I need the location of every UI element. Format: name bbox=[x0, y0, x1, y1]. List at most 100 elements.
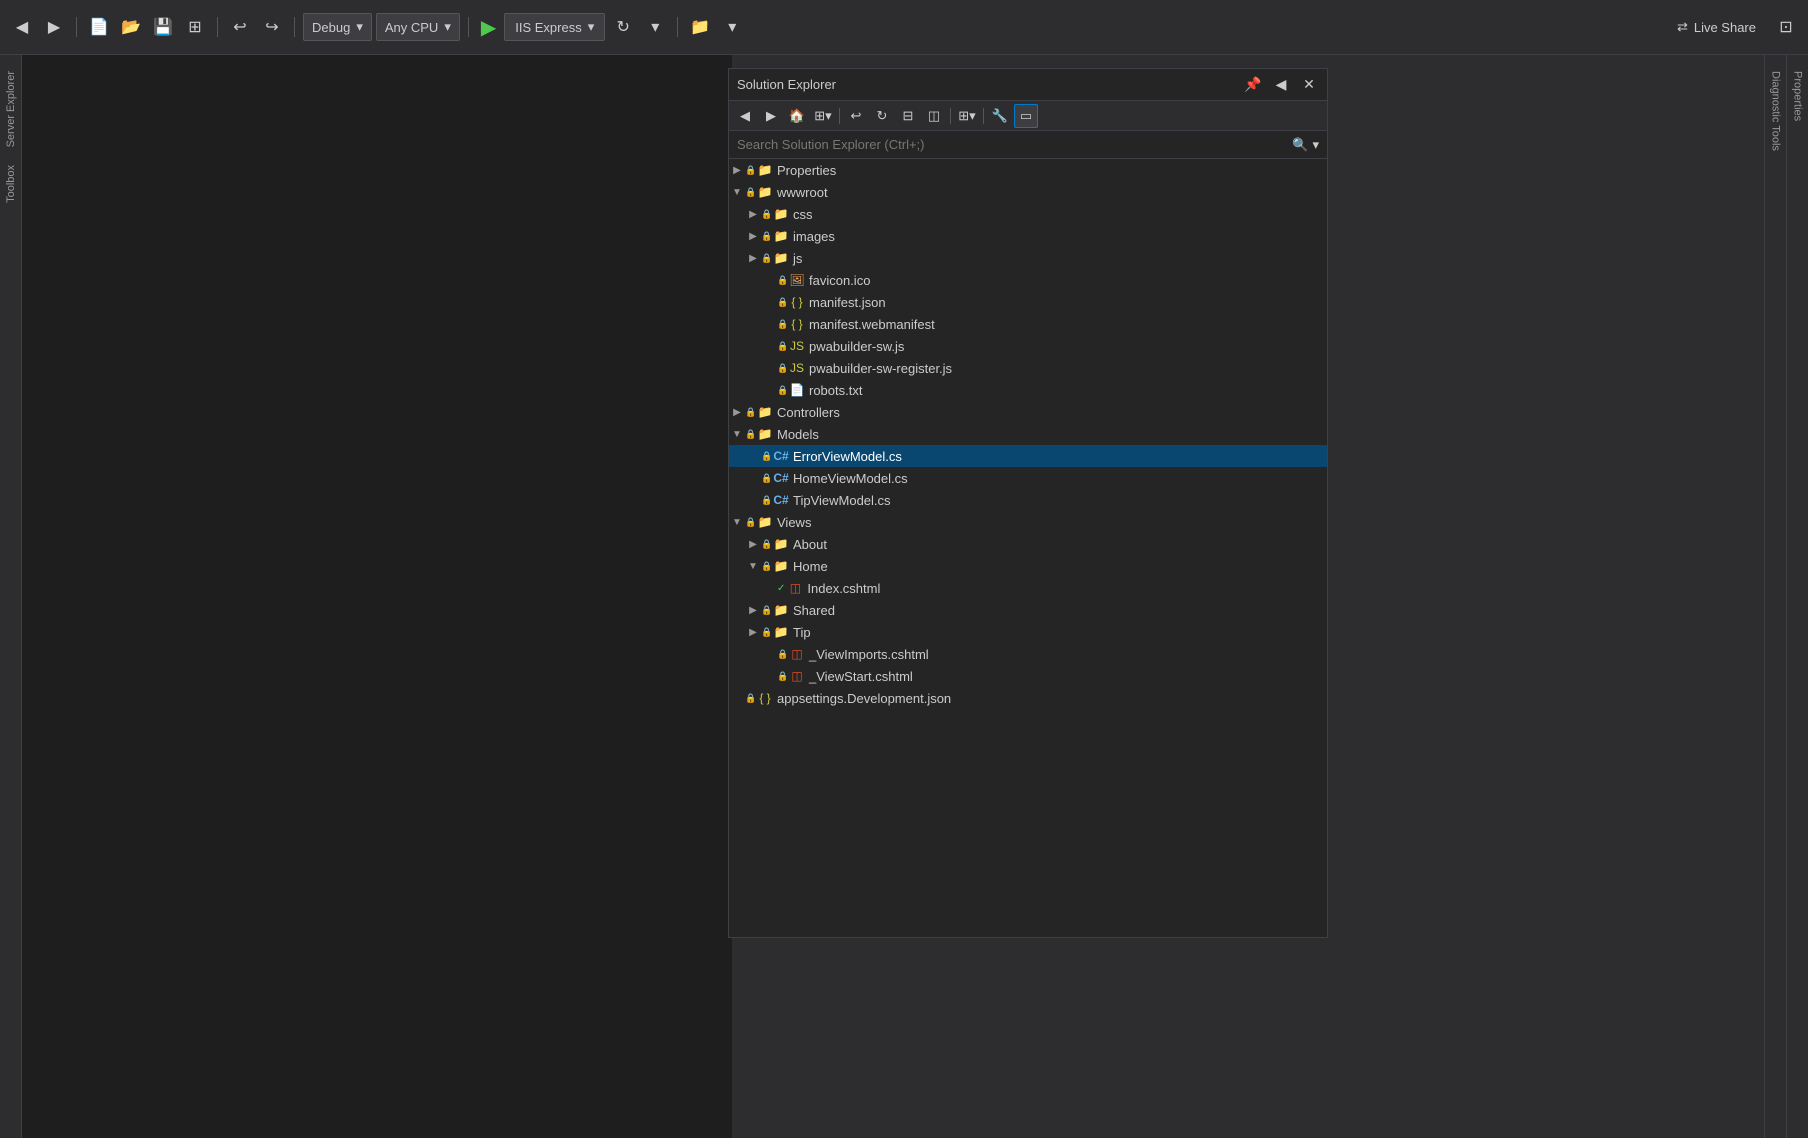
solution-explorer-search: 🔍 ▾ bbox=[729, 131, 1327, 159]
expand-btn[interactable]: ▶ bbox=[745, 228, 761, 244]
tree-item-appsettings-dev[interactable]: 🔒{ }appsettings.Development.json bbox=[729, 687, 1327, 709]
lock-icon: 🔒 bbox=[777, 341, 787, 351]
tree-item-tip[interactable]: ▶🔒📁Tip bbox=[729, 621, 1327, 643]
tree-item-js[interactable]: ▶🔒📁js bbox=[729, 247, 1327, 269]
solution-explorer-title: Solution Explorer bbox=[737, 77, 1235, 92]
sidebar-item-server-explorer[interactable]: Server Explorer bbox=[2, 63, 20, 155]
expand-spacer bbox=[761, 294, 777, 310]
search-input[interactable] bbox=[737, 137, 1288, 152]
se-preview-btn[interactable]: ▭ bbox=[1014, 104, 1038, 128]
tree-item-manifest-web[interactable]: 🔒{ }manifest.webmanifest bbox=[729, 313, 1327, 335]
tree-item-errorviewmodel[interactable]: 🔒C#ErrorViewModel.cs bbox=[729, 445, 1327, 467]
tree-item-viewstart[interactable]: 🔒◫_ViewStart.cshtml bbox=[729, 665, 1327, 687]
cpu-dropdown[interactable]: Any CPU ▾ bbox=[376, 13, 460, 41]
tree-item-viewimports[interactable]: 🔒◫_ViewImports.cshtml bbox=[729, 643, 1327, 665]
se-refresh-btn[interactable]: ↻ bbox=[870, 104, 894, 128]
collapse-btn[interactable]: ▼ bbox=[729, 514, 745, 530]
se-auto-hide-btn[interactable]: ◀ bbox=[1271, 75, 1291, 95]
tree-item-pwabuilder-reg[interactable]: 🔒JSpwabuilder-sw-register.js bbox=[729, 357, 1327, 379]
refresh-dropdown-btn[interactable]: ▾ bbox=[641, 13, 669, 41]
se-hierarchy-btn[interactable]: ⊞▾ bbox=[955, 104, 979, 128]
expand-btn[interactable]: ▶ bbox=[745, 602, 761, 618]
expand-btn[interactable]: ▶ bbox=[729, 162, 745, 178]
expand-spacer bbox=[761, 316, 777, 332]
feedback-btn[interactable]: ⊡ bbox=[1772, 13, 1800, 41]
se-show-all-btn[interactable]: ⊞▾ bbox=[811, 104, 835, 128]
expand-btn[interactable]: ▶ bbox=[729, 404, 745, 420]
ext-btn[interactable]: ▾ bbox=[718, 13, 746, 41]
se-collapse-btn[interactable]: ⊟ bbox=[896, 104, 920, 128]
tree-item-models[interactable]: ▼🔒📁Models bbox=[729, 423, 1327, 445]
lock-icon: 🔒 bbox=[777, 319, 787, 329]
se-back-btn[interactable]: ◀ bbox=[733, 104, 757, 128]
expand-btn[interactable]: ▶ bbox=[745, 206, 761, 222]
tree-item-label: appsettings.Development.json bbox=[777, 691, 951, 706]
tree-item-pwabuilder-sw[interactable]: 🔒JSpwabuilder-sw.js bbox=[729, 335, 1327, 357]
tree-item-favicon[interactable]: 🔒🖼favicon.ico bbox=[729, 269, 1327, 291]
se-pin-btn[interactable]: 📌 bbox=[1243, 75, 1263, 95]
expand-spacer bbox=[729, 690, 745, 706]
sidebar-item-diagnostic-tools[interactable]: Diagnostic Tools bbox=[1767, 63, 1785, 159]
search-options-btn[interactable]: ▾ bbox=[1312, 137, 1319, 153]
sep5 bbox=[677, 17, 678, 37]
editor-area bbox=[22, 55, 732, 1138]
tree-item-home[interactable]: ▼🔒📁Home bbox=[729, 555, 1327, 577]
collapse-btn[interactable]: ▼ bbox=[745, 558, 761, 574]
undo-btn[interactable]: ↩ bbox=[226, 13, 254, 41]
se-sync-btn[interactable]: ↩ bbox=[844, 104, 868, 128]
tree-item-homeviewmodel[interactable]: 🔒C#HomeViewModel.cs bbox=[729, 467, 1327, 489]
solution-explorer-toolbar: ◀ ▶ 🏠 ⊞▾ ↩ ↻ ⊟ ◫ ⊞▾ 🔧 ▭ bbox=[729, 101, 1327, 131]
se-sep3 bbox=[983, 108, 984, 124]
refresh-btn[interactable]: ↻ bbox=[609, 13, 637, 41]
debug-config-dropdown[interactable]: Debug ▾ bbox=[303, 13, 372, 41]
save-all-btn[interactable]: ⊞ bbox=[181, 13, 209, 41]
collapse-btn[interactable]: ▼ bbox=[729, 426, 745, 442]
debug-config-label: Debug bbox=[312, 20, 350, 35]
tree-item-tipviewmodel[interactable]: 🔒C#TipViewModel.cs bbox=[729, 489, 1327, 511]
tree-item-index-cshtml[interactable]: ✓◫Index.cshtml bbox=[729, 577, 1327, 599]
expand-btn[interactable]: ▶ bbox=[745, 536, 761, 552]
tree-item-robots[interactable]: 🔒📄robots.txt bbox=[729, 379, 1327, 401]
iis-express-btn[interactable]: IIS Express ▾ bbox=[504, 13, 605, 41]
nav-forward-btn[interactable]: ▶ bbox=[40, 13, 68, 41]
tree-item-wwwroot[interactable]: ▼🔒📁wwwroot bbox=[729, 181, 1327, 203]
se-properties-btn[interactable]: 🔧 bbox=[988, 104, 1012, 128]
expand-btn[interactable]: ▶ bbox=[745, 624, 761, 640]
collapse-btn[interactable]: ▼ bbox=[729, 184, 745, 200]
open-file-btn[interactable]: 📂 bbox=[117, 13, 145, 41]
tree-item-properties[interactable]: ▶🔒📁Properties bbox=[729, 159, 1327, 181]
se-forward-btn[interactable]: ▶ bbox=[759, 104, 783, 128]
search-icon[interactable]: 🔍 bbox=[1292, 137, 1308, 153]
manage-btn[interactable]: 📁 bbox=[686, 13, 714, 41]
se-view-btn[interactable]: ◫ bbox=[922, 104, 946, 128]
redo-btn[interactable]: ↪ bbox=[258, 13, 286, 41]
folder-icon: 📁 bbox=[757, 184, 773, 200]
tree-item-controllers[interactable]: ▶🔒📁Controllers bbox=[729, 401, 1327, 423]
live-share-btn[interactable]: ⇄ Live Share bbox=[1669, 11, 1764, 43]
se-close-btn[interactable]: ✕ bbox=[1299, 75, 1319, 95]
expand-btn[interactable]: ▶ bbox=[745, 250, 761, 266]
tree-item-label: About bbox=[793, 537, 827, 552]
tree-item-css[interactable]: ▶🔒📁css bbox=[729, 203, 1327, 225]
save-btn[interactable]: 💾 bbox=[149, 13, 177, 41]
nav-back-btn[interactable]: ◀ bbox=[8, 13, 36, 41]
tree-item-about[interactable]: ▶🔒📁About bbox=[729, 533, 1327, 555]
tree-item-views[interactable]: ▼🔒📁Views bbox=[729, 511, 1327, 533]
new-file-btn[interactable]: 📄 bbox=[85, 13, 113, 41]
expand-spacer bbox=[761, 360, 777, 376]
tree-item-manifest-json[interactable]: 🔒{ }manifest.json bbox=[729, 291, 1327, 313]
sep3 bbox=[294, 17, 295, 37]
toolbar-right: ⇄ Live Share ⊡ bbox=[1669, 11, 1800, 43]
txt-file-icon: 📄 bbox=[789, 382, 805, 398]
se-home-btn[interactable]: 🏠 bbox=[785, 104, 809, 128]
tree-item-label: robots.txt bbox=[809, 383, 862, 398]
sidebar-item-toolbox[interactable]: Toolbox bbox=[2, 157, 20, 211]
run-btn[interactable]: ▶ bbox=[481, 15, 496, 40]
folder-icon: 📁 bbox=[773, 624, 789, 640]
tree-item-shared[interactable]: ▶🔒📁Shared bbox=[729, 599, 1327, 621]
expand-spacer bbox=[761, 338, 777, 354]
solution-explorer-titlebar: Solution Explorer 📌 ◀ ✕ bbox=[729, 69, 1327, 101]
sidebar-item-properties[interactable]: Properties bbox=[1789, 63, 1807, 129]
tree-item-images[interactable]: ▶🔒📁images bbox=[729, 225, 1327, 247]
folder-icon: 📁 bbox=[773, 228, 789, 244]
